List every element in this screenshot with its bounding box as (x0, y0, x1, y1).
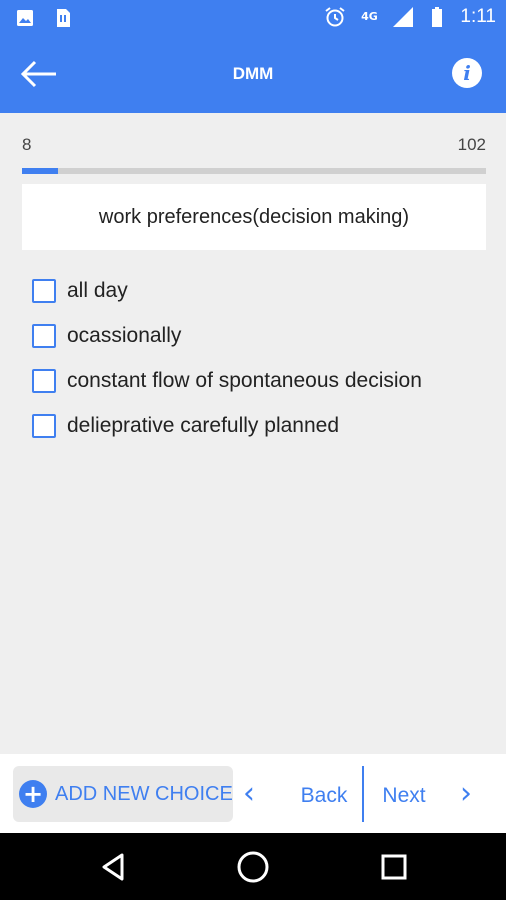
progress-labels: 8 102 (22, 135, 486, 155)
signal-icon (392, 6, 414, 28)
chevron-right-icon[interactable]: › (460, 776, 486, 812)
nav-recents-icon[interactable] (376, 849, 412, 885)
progress-bar (22, 168, 486, 174)
image-icon (14, 7, 36, 29)
clock-time: 1:11 (460, 6, 496, 27)
choice-item[interactable]: constant flow of spontaneous decision (32, 358, 492, 403)
bottom-action-bar: + ADD NEW CHOICE ‹ Back Next › (0, 754, 506, 833)
network-4g-icon: 4G (361, 10, 378, 23)
checkbox[interactable] (32, 368, 56, 393)
checkbox[interactable] (32, 278, 56, 303)
add-new-choice-button[interactable]: + ADD NEW CHOICE (13, 766, 233, 822)
back-button[interactable]: Back (286, 772, 362, 820)
question-card: work preferences(decision making) (22, 184, 486, 250)
info-icon[interactable]: i (452, 58, 482, 88)
nav-back-icon[interactable] (96, 849, 132, 885)
choice-label: constant flow of spontaneous decision (67, 368, 422, 392)
choice-item[interactable]: ocassionally (32, 313, 492, 358)
nav-home-icon[interactable] (235, 849, 271, 885)
choice-item[interactable]: delieprative carefully planned (32, 403, 492, 448)
alarm-icon (324, 6, 346, 28)
progress-current: 8 (22, 135, 32, 154)
status-bar: 4G 1:11 (0, 0, 506, 36)
checkbox[interactable] (32, 413, 56, 438)
app-bar: DMM i (0, 36, 506, 113)
battery-icon (426, 6, 448, 28)
page-title: DMM (232, 64, 274, 83)
checkbox[interactable] (32, 323, 56, 348)
progress-total: 102 (457, 135, 486, 154)
choice-label: all day (67, 278, 128, 302)
chevron-left-icon[interactable]: ‹ (243, 776, 269, 812)
choice-label: ocassionally (67, 323, 182, 347)
system-nav-bar (0, 833, 506, 900)
choice-label: delieprative carefully planned (67, 413, 340, 437)
divider (362, 766, 364, 822)
progress-bar-fill (22, 168, 59, 174)
next-button[interactable]: Next (368, 772, 440, 820)
choice-item[interactable]: all day (32, 268, 492, 313)
question-text: work preferences(decision making) (98, 205, 410, 228)
add-new-choice-label: ADD NEW CHOICE (55, 782, 233, 805)
add-circle-icon: + (19, 780, 47, 808)
sim-card-icon (52, 7, 74, 29)
choice-list: all day ocassionally constant flow of sp… (32, 268, 492, 448)
